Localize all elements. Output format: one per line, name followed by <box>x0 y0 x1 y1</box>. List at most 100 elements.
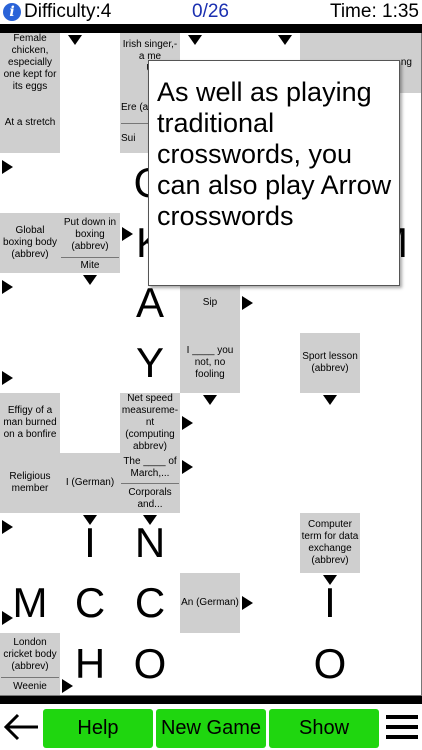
answer-cell[interactable] <box>240 453 301 514</box>
answer-letter: O <box>313 640 347 687</box>
answer-cell[interactable] <box>60 273 121 334</box>
answer-cell[interactable] <box>180 513 241 574</box>
clue-cell[interactable]: At a stretch <box>0 93 61 154</box>
clue-cell[interactable]: Sport lesson (abbrev) <box>300 333 361 394</box>
bottom-divider <box>0 696 422 704</box>
answer-cell[interactable] <box>0 153 61 214</box>
answer-cell[interactable]: C <box>120 573 181 634</box>
clue-text: Corporals and... <box>121 483 179 513</box>
answer-cell[interactable]: C <box>60 573 121 634</box>
answer-cell[interactable] <box>360 573 422 634</box>
bottom-toolbar: Help New Game Show Wrong <box>0 704 422 750</box>
answer-cell[interactable]: O <box>120 633 181 696</box>
answer-cell[interactable] <box>60 333 121 394</box>
answer-cell[interactable] <box>240 333 301 394</box>
arrow-down-icon <box>278 35 292 45</box>
new-game-button[interactable]: New Game <box>156 709 266 748</box>
clue-cell[interactable]: An (German) <box>180 573 241 634</box>
answer-cell[interactable] <box>0 273 61 334</box>
answer-cell[interactable]: Y <box>120 333 181 394</box>
answer-letter: Y <box>135 339 164 386</box>
answer-cell[interactable] <box>300 393 361 454</box>
answer-cell[interactable] <box>60 153 121 214</box>
arrow-down-icon <box>323 395 337 405</box>
answer-cell[interactable]: N <box>120 513 181 574</box>
clue-cell[interactable]: Female chicken, especially one kept for … <box>0 33 61 94</box>
answer-cell[interactable] <box>240 513 301 574</box>
tutorial-popup[interactable]: As well as playing traditional crossword… <box>148 60 400 286</box>
clue-cell[interactable]: Global boxing body (abbrev) <box>0 213 61 274</box>
answer-cell[interactable]: M <box>0 573 61 634</box>
clue-text: Weenie <box>1 677 59 695</box>
clue-text: London cricket body (abbrev) <box>3 637 57 672</box>
clue-text: Net speed measureme-nt (computing abbrev… <box>121 393 179 452</box>
answer-cell[interactable] <box>360 333 422 394</box>
answer-cell[interactable] <box>180 393 241 454</box>
answer-letter: H <box>74 640 106 687</box>
answer-cell[interactable] <box>240 633 301 696</box>
answer-cell[interactable] <box>180 633 241 696</box>
clue-text: Sport lesson (abbrev) <box>302 351 358 374</box>
arrow-down-icon <box>68 35 82 45</box>
answer-cell[interactable] <box>0 513 61 574</box>
hamburger-menu-icon[interactable] <box>384 709 420 745</box>
answer-cell[interactable] <box>0 333 61 394</box>
clue-cell[interactable]: I (German) <box>60 453 121 514</box>
clue-cell[interactable]: Net speed measureme-nt (computing abbrev… <box>120 393 181 454</box>
help-button[interactable]: Help <box>43 709 153 748</box>
arrow-down-icon <box>203 395 217 405</box>
answer-letter: C <box>74 579 106 626</box>
clue-cell[interactable]: Religious member <box>0 453 61 514</box>
status-bar: i Difficulty:4 0/26 Time: 1:35 <box>0 0 422 24</box>
difficulty-label: Difficulty:4 <box>24 1 112 22</box>
clue-text: At a stretch <box>4 117 56 128</box>
arrow-right-icon <box>2 371 13 385</box>
popup-message: As well as playing traditional crossword… <box>157 77 392 231</box>
clue-cell[interactable]: Effigy of a man burned on a bonfire <box>0 393 61 454</box>
answer-cell[interactable] <box>240 393 301 454</box>
clue-text: Female chicken, especially one kept for … <box>3 33 57 92</box>
answer-cell[interactable] <box>60 33 121 94</box>
progress-counter: 0/26 <box>192 1 229 22</box>
show-wrong-button[interactable]: Show Wrong <box>269 709 379 748</box>
answer-cell[interactable] <box>360 453 422 514</box>
arrow-right-icon <box>242 596 253 610</box>
clue-text: Computer term for data exchange (abbrev) <box>301 519 359 566</box>
clue-text: Religious member <box>9 471 51 494</box>
top-divider <box>0 24 422 33</box>
arrow-right-icon <box>2 520 13 534</box>
clue-cell[interactable]: Put down in boxing (abbrev) Mite <box>60 213 121 274</box>
clue-text: The ____ of March,... <box>123 456 177 479</box>
answer-cell[interactable] <box>360 393 422 454</box>
answer-cell[interactable] <box>60 93 121 154</box>
clue-text: Global boxing body (abbrev) <box>3 225 57 260</box>
clue-text: I ____ you not, no fooling <box>186 345 234 380</box>
answer-cell[interactable] <box>60 393 121 454</box>
answer-cell[interactable]: I <box>60 513 121 574</box>
answer-cell[interactable] <box>240 573 301 634</box>
clue-cell[interactable]: I ____ you not, no fooling <box>180 333 241 394</box>
answer-letter: M <box>12 579 48 626</box>
answer-cell[interactable]: O <box>300 633 361 696</box>
answer-letter: O <box>133 640 167 687</box>
arrow-right-icon <box>2 160 13 174</box>
arrow-right-icon <box>2 280 13 294</box>
answer-cell[interactable] <box>300 453 361 514</box>
arrow-right-icon <box>182 460 193 474</box>
arrow-right-icon <box>182 416 193 430</box>
clue-text: Effigy of a man burned on a bonfire <box>3 405 57 440</box>
clue-cell[interactable]: London cricket body (abbrev) Weenie <box>0 633 61 696</box>
answer-cell[interactable] <box>360 633 422 696</box>
info-icon[interactable]: i <box>3 3 21 21</box>
answer-cell[interactable] <box>360 513 422 574</box>
clue-text: Mite <box>61 257 119 273</box>
clue-cell[interactable]: The ____ of March,... Corporals and... <box>120 453 181 514</box>
clue-cell[interactable]: Computer term for data exchange (abbrev) <box>300 513 361 574</box>
answer-letter: C <box>134 579 166 626</box>
arrow-left-icon[interactable] <box>2 709 40 745</box>
answer-cell[interactable]: H <box>60 633 121 696</box>
answer-cell[interactable]: I <box>300 573 361 634</box>
timer: Time: 1:35 <box>329 1 419 22</box>
answer-letter: I <box>84 519 96 566</box>
answer-cell[interactable] <box>180 453 241 514</box>
